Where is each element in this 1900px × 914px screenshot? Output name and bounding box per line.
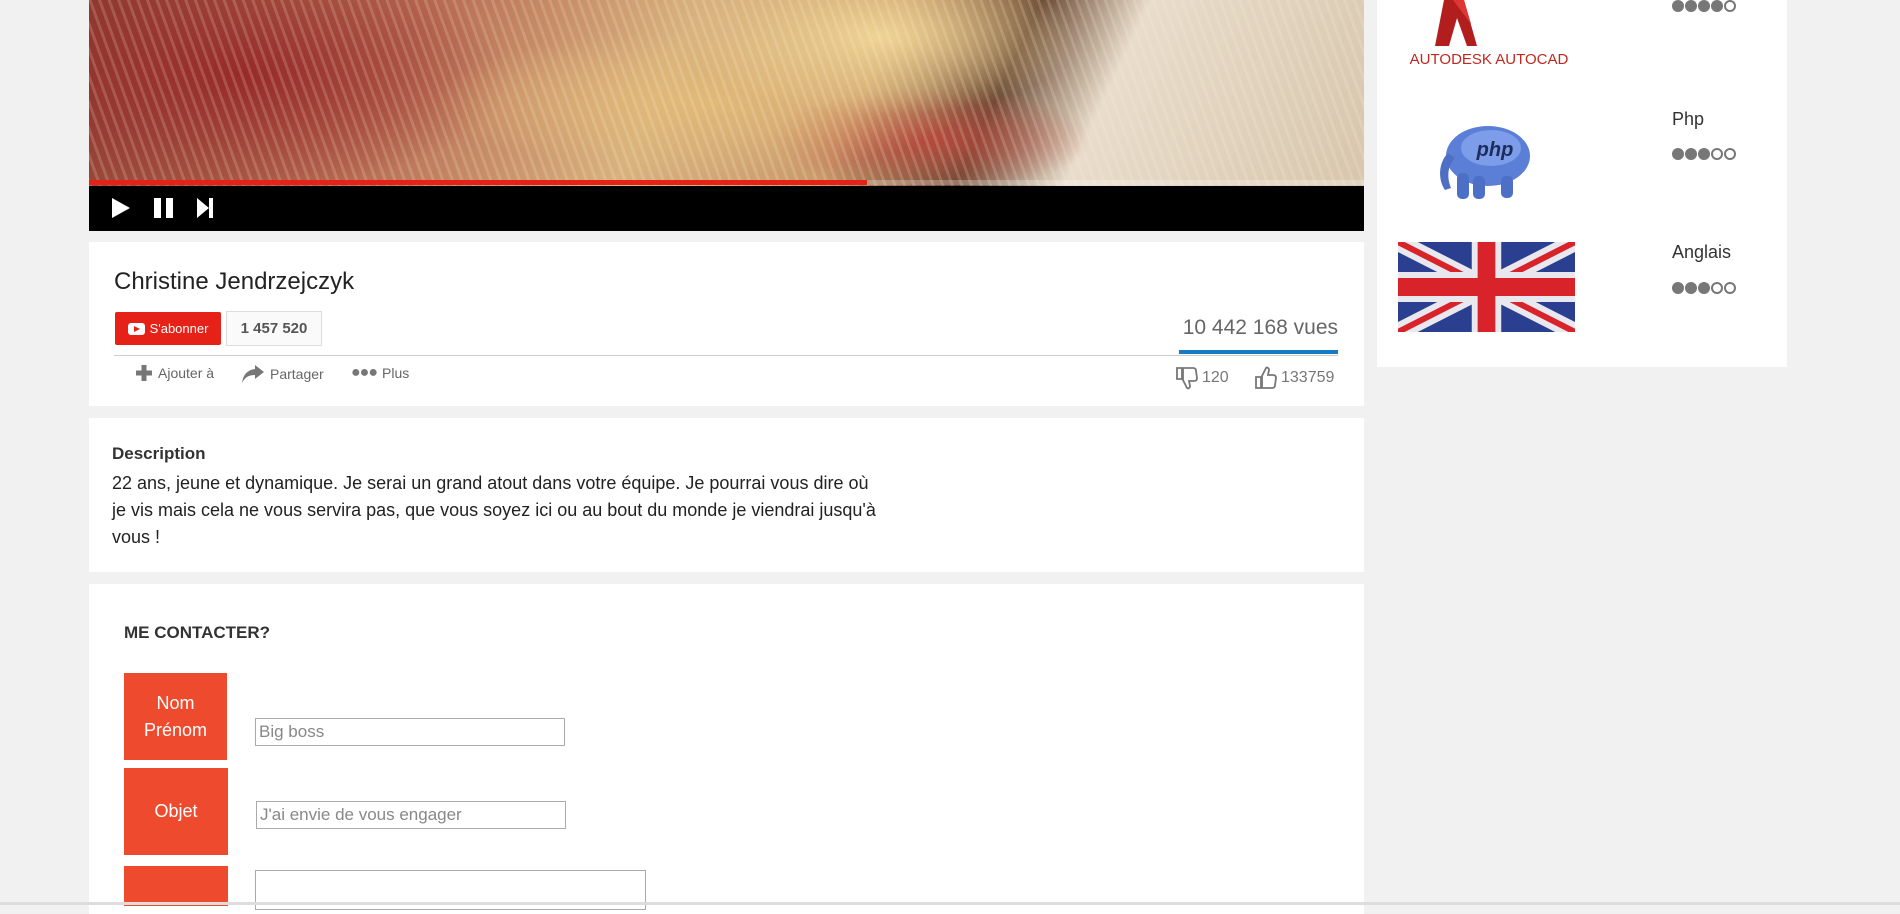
- video-progress-fill: [89, 180, 867, 185]
- add-to-label: Ajouter à: [158, 365, 215, 381]
- dislike-button[interactable]: 120: [1176, 366, 1229, 390]
- views-rating-bar: [1179, 350, 1338, 354]
- thumbs-up-icon: [1255, 366, 1277, 389]
- play-icon[interactable]: [108, 196, 132, 220]
- contact-card: ME CONTACTER? Nom Prénom Objet: [89, 584, 1364, 914]
- more-button[interactable]: ●●● Plus: [351, 364, 409, 382]
- subscribe-label: S'abonner: [149, 321, 209, 336]
- rating-dot: [1711, 0, 1723, 12]
- next-icon[interactable]: [195, 196, 215, 220]
- autocad-logo-text: AUTODESK AUTOCAD: [1410, 51, 1569, 68]
- add-to-button[interactable]: Ajouter à: [135, 364, 214, 382]
- share-arrow-icon: [242, 365, 264, 383]
- rating-dot: [1698, 148, 1710, 160]
- rating-dot: [1672, 148, 1684, 160]
- divider: [114, 355, 1338, 356]
- subject-field-label: Objet: [124, 768, 228, 855]
- name-label-line2: Prénom: [143, 719, 208, 740]
- video-player[interactable]: [89, 0, 1364, 231]
- description-text: 22 ans, jeune et dynamique. Je serai un …: [112, 473, 876, 547]
- skill-name-php: Php: [1672, 109, 1705, 129]
- rating-dot: [1724, 148, 1736, 160]
- video-controls: [89, 186, 1364, 231]
- channel-info-card: Christine Jendrzejczyk S'abonner 1 457 5…: [89, 242, 1364, 406]
- php-logo-text: php: [1476, 139, 1514, 161]
- description-title: Description: [112, 444, 206, 463]
- rating-dot: [1711, 282, 1723, 294]
- thumbs-down-icon: [1176, 367, 1198, 390]
- youtube-icon: [127, 322, 145, 335]
- skills-card: AUTODESK AUTOCAD php Php Anglais: [1377, 0, 1787, 367]
- skill-rating-autocad: [1672, 0, 1736, 12]
- skill-rating-php: [1672, 148, 1736, 160]
- name-input[interactable]: [255, 718, 565, 746]
- like-count: 133759: [1281, 369, 1335, 386]
- rating-dot: [1672, 0, 1684, 12]
- view-count: 10 442 168 vues: [1182, 316, 1338, 339]
- more-label: Plus: [382, 365, 410, 381]
- rating-dot: [1672, 282, 1684, 294]
- skill-rating-anglais: [1672, 282, 1736, 294]
- rating-dot: [1685, 0, 1697, 12]
- video-frame-image[interactable]: [89, 0, 1364, 186]
- name-field-label: Nom Prénom: [124, 673, 227, 760]
- autocad-logo: AUTODESK AUTOCAD: [1409, 0, 1569, 70]
- rating-dot: [1698, 282, 1710, 294]
- description-card: Description 22 ans, jeune et dynamique. …: [89, 418, 1364, 572]
- subscribe-button[interactable]: S'abonner: [115, 312, 221, 345]
- plus-icon: [136, 365, 152, 381]
- video-progress-bar[interactable]: [89, 180, 1364, 185]
- subject-label: Objet: [154, 801, 198, 821]
- share-label: Partager: [270, 366, 324, 382]
- contact-title: ME CONTACTER?: [124, 623, 271, 642]
- rating-dot: [1711, 148, 1723, 160]
- uk-flag: [1394, 233, 1579, 341]
- rating-dot: [1685, 282, 1697, 294]
- rating-dot: [1724, 282, 1736, 294]
- name-label-line1: Nom: [156, 692, 195, 713]
- more-dots-icon: ●●●: [351, 364, 378, 381]
- pause-icon[interactable]: [152, 196, 176, 220]
- skill-name-anglais: Anglais: [1672, 242, 1732, 262]
- subject-input[interactable]: [256, 801, 566, 829]
- php-elephant-logo: php: [1433, 118, 1537, 202]
- channel-name: Christine Jendrzejczyk: [114, 268, 355, 295]
- subscriber-count: 1 457 520: [226, 311, 322, 346]
- message-field-label: [124, 866, 228, 906]
- rating-dot: [1685, 148, 1697, 160]
- rating-dot: [1698, 0, 1710, 12]
- share-button[interactable]: Partager: [241, 364, 324, 384]
- rating-dot: [1724, 0, 1736, 12]
- dislike-count: 120: [1202, 369, 1229, 386]
- like-button[interactable]: 133759: [1255, 366, 1334, 390]
